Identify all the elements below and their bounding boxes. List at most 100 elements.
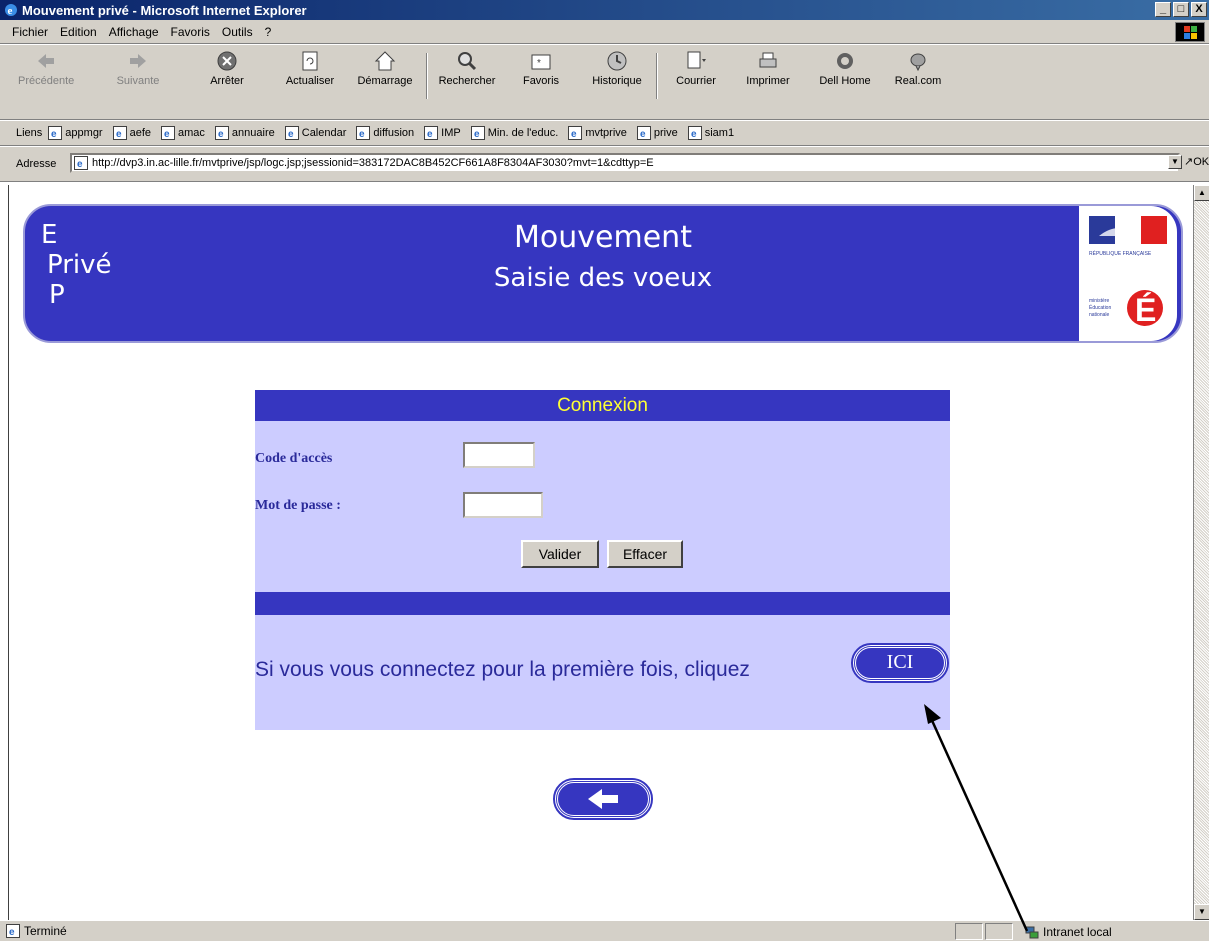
standard-toolbar: Précédente Suivante Arrêter Actualiser D… xyxy=(0,45,1209,120)
link-label: diffusion xyxy=(373,127,415,139)
mail-button[interactable]: Courrier xyxy=(668,49,724,87)
link-annuaire[interactable]: e annuaire xyxy=(214,126,275,140)
history-button[interactable]: Historique xyxy=(584,49,650,87)
home-button[interactable]: Démarrage xyxy=(352,49,418,87)
password-label: Mot de passe : xyxy=(255,498,341,513)
links-bar: Liens e appmgr e aefe e amac e annuaire e Cal… xyxy=(0,121,1209,146)
stop-label: Arrêter xyxy=(210,75,244,87)
intranet-zone-icon xyxy=(1025,926,1039,938)
code-input[interactable] xyxy=(463,442,535,468)
svg-text:e: e xyxy=(427,129,433,140)
link-label: annuaire xyxy=(231,127,275,139)
svg-text:e: e xyxy=(51,129,57,140)
forward-button[interactable]: Suivante xyxy=(110,49,166,87)
status-text: Terminé xyxy=(24,924,67,938)
security-zone-label: Intranet local xyxy=(1043,924,1112,939)
stop-icon xyxy=(217,51,237,71)
submit-button[interactable]: Valider xyxy=(521,540,599,568)
ie-page-icon: e xyxy=(6,924,20,938)
real-com-button[interactable]: Real.com xyxy=(890,49,946,87)
svg-text:e: e xyxy=(571,129,577,140)
ie-page-icon: e xyxy=(214,126,229,140)
svg-text:Éducation: Éducation xyxy=(1089,304,1111,311)
link-label: appmgr xyxy=(65,127,103,139)
forward-label: Suivante xyxy=(116,75,160,87)
reset-button[interactable]: Effacer xyxy=(607,540,683,568)
home-icon xyxy=(374,51,396,71)
first-login-button[interactable]: ICI xyxy=(851,643,949,683)
form-divider xyxy=(255,592,950,615)
address-bar: Adresse e http://dvp3.in.ac-lille.fr/mvt… xyxy=(0,147,1209,182)
ie-page-icon: e xyxy=(470,126,485,140)
maximize-button[interactable]: □ xyxy=(1173,2,1189,17)
windows-logo-icon xyxy=(1175,22,1205,42)
print-button[interactable]: Imprimer xyxy=(740,49,796,87)
menu-edition[interactable]: Edition xyxy=(60,25,97,39)
link-diffusion[interactable]: e diffusion xyxy=(356,126,414,140)
address-input[interactable]: e http://dvp3.in.ac-lille.fr/mvtprive/js… xyxy=(70,153,1180,173)
stop-button[interactable]: Arrêter xyxy=(202,49,252,87)
svg-text:e: e xyxy=(359,129,365,140)
link-appmgr[interactable]: e appmgr xyxy=(48,126,103,140)
back-nav-button[interactable] xyxy=(553,778,653,820)
history-icon xyxy=(607,51,627,71)
link-min-educ[interactable]: e Min. de l'educ. xyxy=(470,126,558,140)
link-label: aefe xyxy=(129,127,152,139)
link-amac[interactable]: e amac xyxy=(161,126,205,140)
go-button[interactable]: ↗OK xyxy=(1184,155,1209,168)
window-titlebar[interactable]: e Mouvement privé - Microsoft Internet E… xyxy=(0,0,1209,20)
ie-page-icon: e xyxy=(356,126,371,140)
password-input[interactable] xyxy=(463,492,543,518)
print-icon xyxy=(759,52,777,68)
vertical-scrollbar[interactable]: ▲ ▼ xyxy=(1193,185,1209,920)
home-label: Démarrage xyxy=(357,75,413,87)
link-label: siam1 xyxy=(704,127,735,139)
svg-text:É: É xyxy=(1135,292,1156,328)
link-label: Calendar xyxy=(301,127,347,139)
menu-bar: Fichier Edition Affichage Favoris Outils… xyxy=(0,20,1209,44)
search-label: Rechercher xyxy=(438,75,496,87)
back-button[interactable]: Précédente xyxy=(18,49,74,87)
svg-text:*: * xyxy=(537,58,541,69)
dell-home-label: Dell Home xyxy=(819,75,871,87)
toolbar-separator xyxy=(426,53,428,99)
go-arrow-icon: ↗ xyxy=(1184,156,1194,168)
close-button[interactable]: X xyxy=(1191,2,1207,17)
status-panel xyxy=(955,923,983,940)
link-calendar[interactable]: e Calendar xyxy=(284,126,347,140)
svg-text:e: e xyxy=(691,129,697,140)
page-content: E Privé P Mouvement Saisie des voeux RÉP… xyxy=(8,185,1193,920)
menu-fichier[interactable]: Fichier xyxy=(12,25,48,39)
mail-icon xyxy=(687,51,706,69)
refresh-icon xyxy=(302,51,318,71)
link-aefe[interactable]: e aefe xyxy=(112,126,152,140)
link-mvtprive[interactable]: e mvtprive xyxy=(568,126,627,140)
print-label: Imprimer xyxy=(746,75,790,87)
login-form: Connexion Code d'accès Mot de passe : Va… xyxy=(255,390,950,730)
ie-logo-icon: e xyxy=(5,4,17,17)
menu-affichage[interactable]: Affichage xyxy=(109,25,159,39)
address-dropdown-button[interactable]: ▼ xyxy=(1168,155,1182,169)
menu-help[interactable]: ? xyxy=(265,25,272,39)
ie-page-icon: e xyxy=(74,156,88,170)
link-imp[interactable]: e IMP xyxy=(424,126,461,140)
history-label: Historique xyxy=(592,75,642,87)
menu-outils[interactable]: Outils xyxy=(222,25,253,39)
real-icon xyxy=(910,53,926,72)
link-siam1[interactable]: e siam1 xyxy=(687,126,735,140)
favorites-button[interactable]: * Favoris xyxy=(514,49,568,87)
refresh-button[interactable]: Actualiser xyxy=(280,49,340,87)
link-label: IMP xyxy=(441,127,461,139)
minimize-button[interactable]: _ xyxy=(1155,2,1171,17)
scroll-down-button[interactable]: ▼ xyxy=(1194,904,1209,920)
ie-page-icon: e xyxy=(112,126,127,140)
search-button[interactable]: Rechercher xyxy=(432,49,502,87)
go-label: OK xyxy=(1193,156,1209,168)
scroll-up-button[interactable]: ▲ xyxy=(1194,185,1209,201)
dell-home-button[interactable]: Dell Home xyxy=(812,49,878,87)
menu-favoris[interactable]: Favoris xyxy=(171,25,210,39)
ie-page-icon: e xyxy=(161,126,176,140)
favorites-label: Favoris xyxy=(522,75,560,87)
link-prive[interactable]: e prive xyxy=(636,126,678,140)
dell-icon xyxy=(837,53,853,69)
